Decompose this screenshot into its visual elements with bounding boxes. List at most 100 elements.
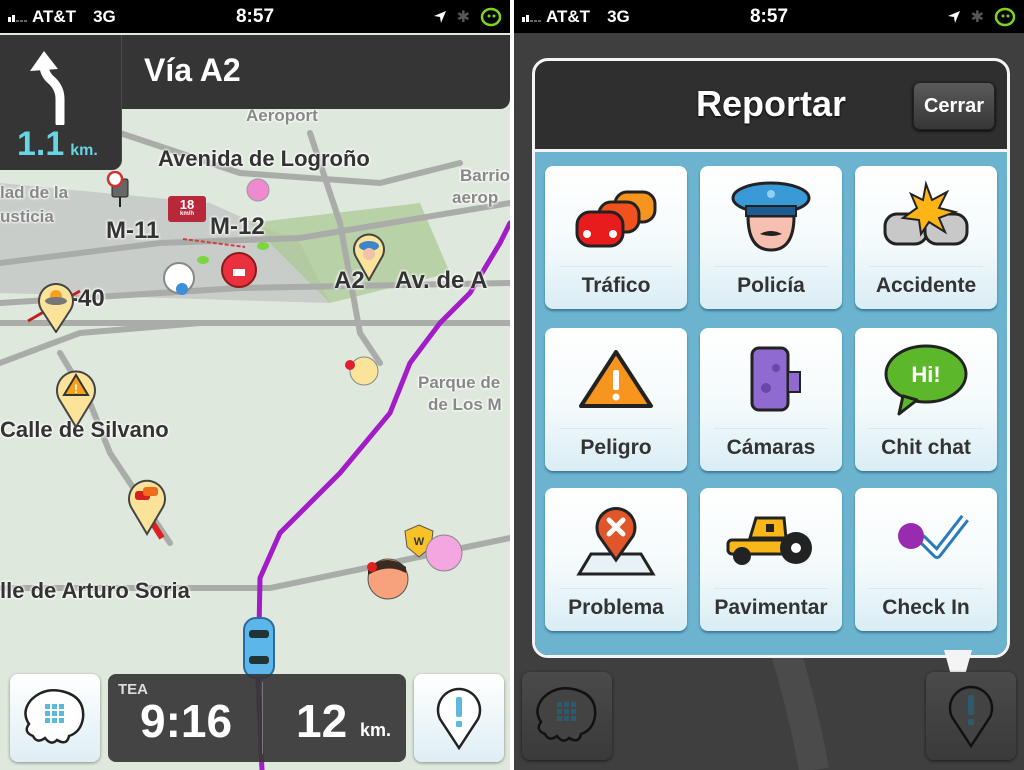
- option-label: Pavimentar: [714, 596, 828, 619]
- option-label: Policía: [737, 274, 805, 297]
- option-label: Tráfico: [581, 274, 651, 297]
- waze-icon: [994, 7, 1016, 26]
- report-option-hazard[interactable]: Peligro: [545, 328, 687, 471]
- turn-distance: 1.1 km.: [17, 125, 98, 164]
- map-label: lle de Arturo Soria: [0, 578, 190, 603]
- chat-bubble-icon: [257, 242, 269, 250]
- waze-menu-icon: [24, 689, 85, 744]
- traffic-icon: [575, 190, 657, 248]
- tile-divider: [714, 266, 828, 267]
- network-type: 3G: [607, 6, 630, 26]
- status-bar: AT&T 3G 8:57 ✱: [0, 0, 510, 33]
- eta-divider: [262, 682, 263, 754]
- wazer-icon[interactable]: [218, 249, 260, 291]
- map-label: lad de la: [0, 183, 69, 202]
- option-label: Problema: [568, 596, 664, 619]
- svg-text:!: !: [74, 382, 78, 396]
- status-time: 8:57: [749, 5, 789, 27]
- report-option-chit-chat[interactable]: Hi! Chit chat: [855, 328, 997, 471]
- next-street-name: Vía A2: [144, 52, 241, 88]
- navigation-screen: AT&T 3G 8:57 ✱ Aeroport Avenida de Logro…: [0, 0, 510, 770]
- remaining-distance: 12: [296, 695, 348, 747]
- camera-icon: [750, 346, 801, 412]
- turn-distance-value: 1.1: [17, 125, 65, 163]
- report-option-accident[interactable]: Accidente: [855, 166, 997, 309]
- police-pin-icon[interactable]: [352, 233, 386, 281]
- map-label: de Los M: [428, 395, 502, 414]
- speed-unit: km/h: [179, 211, 194, 217]
- accident-icon: [883, 180, 969, 246]
- option-label: Cámaras: [726, 436, 816, 459]
- report-option-police[interactable]: Policía: [700, 166, 842, 309]
- map-label: Aeroport: [246, 106, 318, 125]
- chat-icon: Hi!: [884, 344, 968, 416]
- option-label: Check In: [882, 596, 970, 619]
- tile-divider: [559, 428, 673, 429]
- wazer-icon[interactable]: [160, 259, 198, 297]
- hazard-pin-icon[interactable]: !: [54, 367, 98, 429]
- main-menu-button[interactable]: [10, 674, 100, 762]
- map-label: aerop: [452, 188, 499, 207]
- report-option-pave[interactable]: Pavimentar: [700, 488, 842, 631]
- signal-bars-icon: [8, 12, 27, 22]
- report-dialog: Reportar Cerrar Tráfico Policía Accident…: [532, 58, 1010, 658]
- waze-icon: [480, 7, 502, 26]
- option-label: Chit chat: [881, 436, 971, 459]
- carrier-name: AT&T: [546, 6, 591, 26]
- carrier-info: AT&T 3G: [522, 7, 630, 27]
- tile-divider: [869, 266, 983, 267]
- tile-divider: [869, 588, 983, 589]
- network-type: 3G: [93, 6, 116, 26]
- report-option-traffic[interactable]: Tráfico: [545, 166, 687, 309]
- turn-distance-unit: km.: [70, 142, 98, 159]
- map-label: Avenida de Logroño: [158, 146, 370, 171]
- bluetooth-icon: ✱: [456, 8, 470, 26]
- report-option-check-in[interactable]: Check In: [855, 488, 997, 631]
- eta-panel[interactable]: TEA 9:16 12 km.: [108, 674, 406, 762]
- waze-menu-icon: [536, 687, 597, 742]
- report-option-cameras[interactable]: Cámaras: [700, 328, 842, 471]
- tile-divider: [714, 428, 828, 429]
- road-roller-icon: [726, 516, 812, 565]
- report-screen: AT&T 3G 8:57 ✱ Reportar Cerrar Tráfico P…: [514, 0, 1024, 770]
- location-arrow-icon: [947, 10, 960, 23]
- carrier-name: AT&T: [32, 6, 77, 26]
- option-label: Peligro: [580, 436, 652, 459]
- map-label: M-12: [210, 213, 265, 240]
- chat-bubble-icon: [197, 256, 209, 264]
- chat-icon-text: Hi!: [911, 362, 940, 387]
- report-option-problem[interactable]: Problema: [545, 488, 687, 631]
- wazer-icon[interactable]: [358, 553, 414, 603]
- report-pin-icon: [948, 685, 994, 749]
- close-button[interactable]: Cerrar: [913, 82, 995, 130]
- map-label: usticia: [0, 207, 54, 226]
- eta-time: 9:16: [140, 695, 233, 747]
- weather-hazard-pin-icon[interactable]: [36, 281, 76, 333]
- speed-camera-icon[interactable]: [104, 171, 134, 209]
- traffic-pin-icon[interactable]: [126, 476, 168, 536]
- wazer-icon[interactable]: [340, 351, 384, 391]
- wazer-icon[interactable]: [420, 531, 468, 577]
- speed-badge: 18 km/h: [168, 196, 206, 222]
- tile-divider: [869, 428, 983, 429]
- map-label: Av. de A: [395, 267, 488, 294]
- user-car-icon: [243, 617, 275, 679]
- report-button[interactable]: [926, 672, 1016, 760]
- wazer-icon[interactable]: [244, 176, 272, 204]
- tile-divider: [559, 588, 673, 589]
- report-pin-icon: [436, 687, 482, 751]
- turn-left-arrow-icon: [30, 51, 65, 125]
- speed-value: 18: [179, 197, 195, 212]
- status-time: 8:57: [235, 5, 275, 27]
- map-label: M-11: [106, 217, 160, 244]
- main-menu-button[interactable]: [522, 672, 612, 760]
- map-label: Parque de: [418, 373, 501, 392]
- map-label: Barrio: [460, 166, 510, 185]
- map-issue-icon: [576, 507, 656, 576]
- report-options-grid: Tráfico Policía Accidente Peligro Cámara…: [535, 149, 1007, 655]
- tile-divider: [559, 266, 673, 267]
- remaining-distance-unit: km.: [360, 720, 392, 740]
- signal-bars-icon: [522, 12, 541, 22]
- carrier-info: AT&T 3G: [8, 7, 116, 27]
- report-button[interactable]: [414, 674, 504, 762]
